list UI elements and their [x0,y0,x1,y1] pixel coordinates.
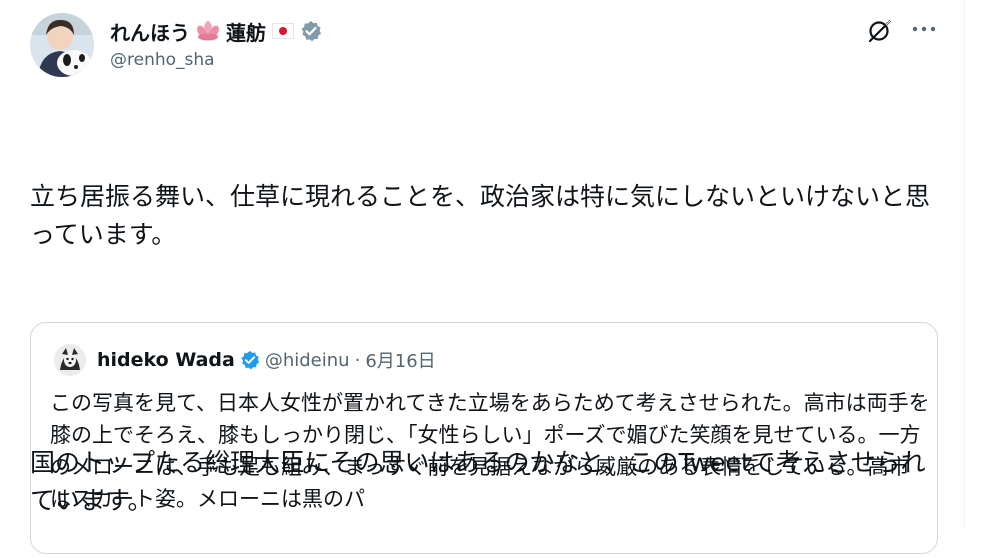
author-avatar[interactable] [30,13,94,77]
column-divider [964,0,965,529]
quoted-author-name[interactable]: hideko Wada [97,349,235,371]
lotus-emoji-icon [196,20,220,42]
quoted-verified-badge-icon[interactable] [240,350,260,370]
author-avatar-image [30,13,94,77]
verified-badge-icon[interactable] [300,20,322,42]
quoted-tweet-date[interactable]: 6月16日 [365,347,435,373]
author-name-row[interactable]: れんほう 蓮舫 [110,14,322,48]
quoted-tweet-header: hideko Wada @hideinu · 6月16日 [97,345,436,375]
grok-icon[interactable] [867,18,893,44]
quoted-tweet-card[interactable]: hideko Wada @hideinu · 6月16日 この写真を見て、日本人… [30,322,938,554]
quoted-tweet-text: この写真を見て、日本人女性が置かれてきた立場をあらためて考えさせられた。高市は両… [50,391,930,511]
author-handle[interactable]: @renho_sha [110,50,215,70]
tweet-paragraph: 立ち居振る舞い、仕草に現れることを、政治家は特に気にしないといけないと思っていま… [30,182,931,249]
quoted-author-avatar-image [54,344,86,376]
more-options-icon[interactable] [912,14,936,44]
quoted-author-handle[interactable]: @hideinu [265,350,350,371]
author-display-name[interactable]: れんほう [110,17,190,46]
quoted-meta-separator: · [354,349,361,371]
japan-flag-emoji-icon [272,23,294,39]
author-display-name-kanji[interactable]: 蓮舫 [226,17,266,46]
quoted-author-avatar[interactable] [54,344,86,376]
